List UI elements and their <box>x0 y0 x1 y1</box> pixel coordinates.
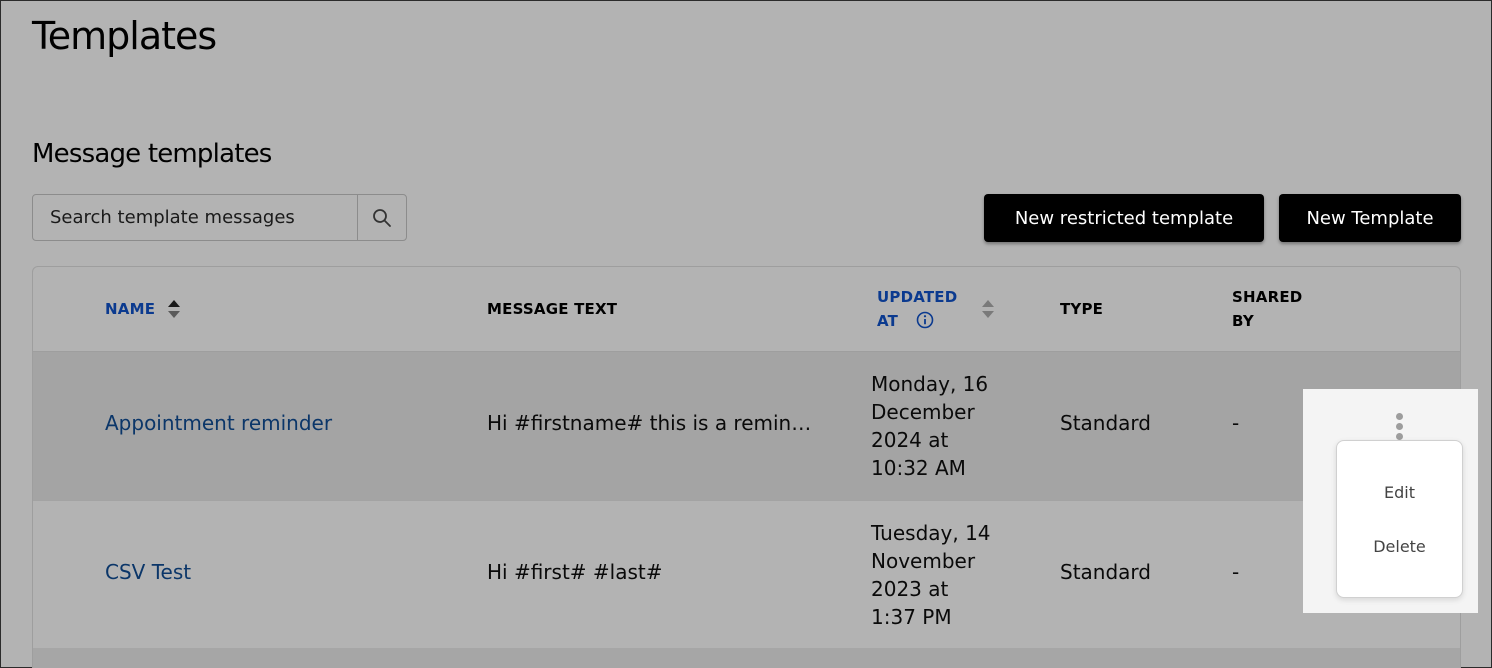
sort-updated-icon[interactable] <box>981 299 995 319</box>
more-actions-icon[interactable] <box>1393 413 1405 440</box>
section-title: Message templates <box>32 139 272 169</box>
table-row: CSV Test Hi #first# #last# Tuesday, 14 N… <box>33 500 1460 648</box>
template-name-link[interactable]: CSV Test <box>105 560 191 584</box>
column-header-name-label: NAME <box>105 300 156 318</box>
templates-table: NAME MESSAGE TEXT UPDATED AT TYPE SHARED… <box>32 266 1461 668</box>
column-header-message-text: MESSAGE TEXT <box>487 300 618 318</box>
menu-item-delete[interactable]: Delete <box>1337 537 1462 556</box>
column-header-updated-label-2: AT <box>877 312 899 330</box>
column-header-shared-label-1: SHARED <box>1232 288 1303 306</box>
new-restricted-template-button[interactable]: New restricted template <box>984 194 1264 242</box>
column-header-name[interactable]: NAME <box>105 297 181 321</box>
sort-icon <box>168 300 181 318</box>
search-button[interactable] <box>357 195 406 240</box>
shared-by: - <box>1232 560 1240 584</box>
template-type: Standard <box>1060 411 1151 435</box>
column-header-shared-by: SHARED BY <box>1232 285 1302 333</box>
template-name-link[interactable]: Appointment reminder <box>105 411 332 435</box>
template-type: Standard <box>1060 560 1151 584</box>
message-text: Hi #firstname# this is a remin… <box>487 411 812 435</box>
search-input[interactable] <box>33 195 357 240</box>
table-row-partial <box>33 648 1460 668</box>
info-icon[interactable] <box>916 311 934 329</box>
new-template-button[interactable]: New Template <box>1279 194 1461 242</box>
column-header-shared-label-2: BY <box>1232 312 1254 330</box>
search-box <box>32 194 407 241</box>
column-header-type: TYPE <box>1060 300 1104 318</box>
shared-by: - <box>1232 411 1240 435</box>
search-icon <box>373 208 391 227</box>
message-text: Hi #first# #last# <box>487 560 663 584</box>
table-header: NAME MESSAGE TEXT UPDATED AT TYPE SHARED… <box>33 267 1460 352</box>
menu-item-edit[interactable]: Edit <box>1337 483 1462 502</box>
row-actions-menu: Edit Delete <box>1336 440 1463 598</box>
page-title: Templates <box>32 14 217 58</box>
updated-at: Monday, 16 December 2024 at 10:32 AM <box>871 372 989 480</box>
updated-at: Tuesday, 14 November 2023 at 1:37 PM <box>871 521 991 629</box>
table-row: Appointment reminder Hi #firstname# this… <box>33 352 1460 500</box>
